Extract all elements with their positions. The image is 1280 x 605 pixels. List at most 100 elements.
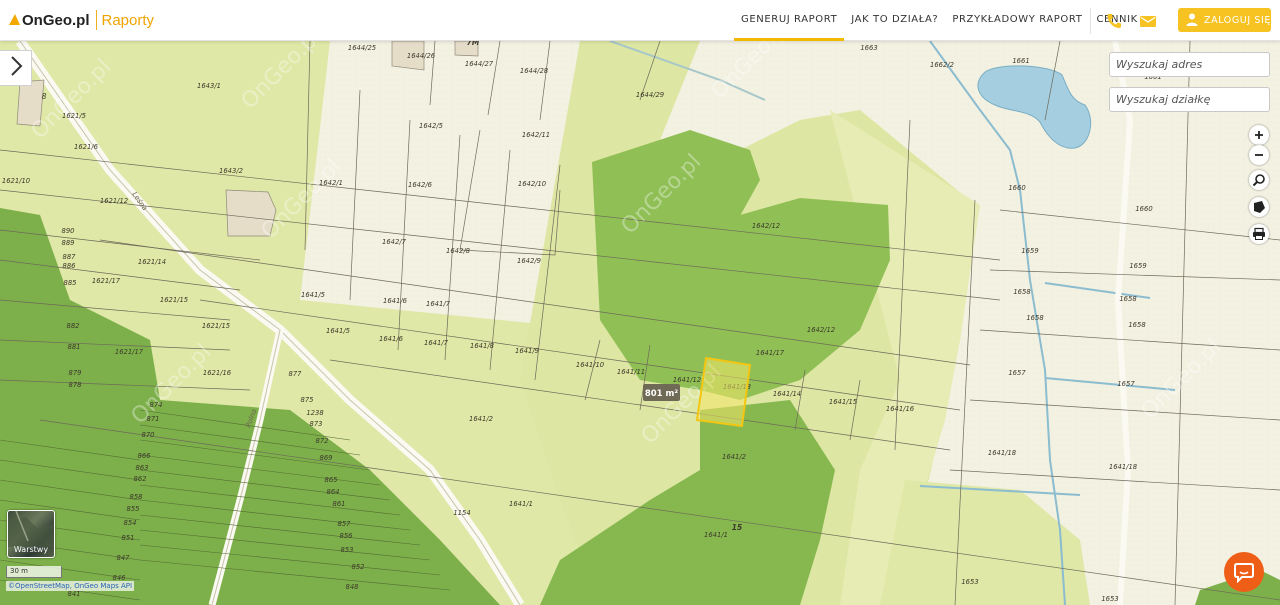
parcel-label: 870 [142, 431, 155, 439]
header-divider [1090, 8, 1091, 34]
parcel-label: 1641/2 [722, 453, 746, 461]
parcel-label: 1644/29 [636, 91, 664, 99]
selected-parcel[interactable] [695, 356, 752, 428]
parcel-label: 863 [136, 464, 149, 472]
parcel-label: 1642/1 [319, 179, 343, 187]
parcel-label: 869 [320, 454, 333, 462]
parcel-label: 1643/1 [197, 82, 221, 90]
parcel-label: 1642/9 [517, 257, 541, 265]
polygon-icon [1254, 201, 1265, 213]
chevron-right-icon [9, 55, 23, 81]
map-canvas[interactable]: OnGeo.pl OnGeo.pl OnGeo.pl OnGeo.pl OnGeo.pl… [0, 41, 1280, 605]
parcel-label: 1621/12 [100, 197, 128, 205]
parcel-label: 874 [150, 401, 163, 409]
zoom-in-button[interactable] [1249, 125, 1269, 145]
top-navbar: OnGeo.pl Raporty GENERUJ RAPORT JAK TO D… [0, 0, 1280, 41]
parcel-label: 1621/15 [202, 322, 230, 330]
parcel-label: 852 [352, 563, 365, 571]
parcel-label: 1621/17 [92, 277, 121, 285]
parcel-label: 886 [63, 262, 77, 270]
parcel-label: 1641/8 [470, 342, 495, 350]
nav-generate-report[interactable]: GENERUJ RAPORT [734, 0, 845, 41]
parcel-label: 875 [301, 396, 314, 404]
parcel-label: 1642/6 [408, 181, 433, 189]
parcel-label: 881 [68, 343, 81, 351]
chat-bubble-icon [1234, 563, 1254, 583]
parcel-label: 1662/2 [930, 61, 954, 69]
parcel-label: 847 [117, 554, 131, 562]
parcel-label: 1641/18 [1109, 463, 1138, 471]
parcel-label: 851 [122, 534, 135, 542]
user-icon [1186, 11, 1198, 30]
parcel-label: 1653 [1101, 595, 1118, 603]
parcel-label: 1653 [961, 578, 978, 586]
nav-sample-report[interactable]: PRZYKŁADOWY RAPORT [945, 0, 1089, 41]
layers-label: Warstwy [13, 545, 49, 554]
logo[interactable]: OnGeo.pl Raporty [9, 0, 154, 41]
print-button[interactable] [1249, 224, 1269, 244]
parcel-label: 1644/26 [407, 52, 436, 60]
parcel-label: 1641/2 [469, 415, 493, 423]
parcel-label: 1641/1 [704, 531, 728, 539]
parcel-label: 872 [316, 437, 329, 445]
measure-area-button[interactable] [1249, 197, 1269, 217]
parcel-label: 1641/6 [379, 335, 404, 343]
parcel-label: 1641/7 [424, 339, 449, 347]
parcel-label: 15 [732, 523, 742, 532]
logo-text: OnGeo.pl [22, 11, 90, 29]
chat-button[interactable] [1224, 552, 1264, 592]
parcel-label: 889 [62, 239, 75, 247]
parcel-label: 1660 [1135, 205, 1152, 213]
parcel-label: 873 [310, 420, 323, 428]
zoom-out-button[interactable] [1249, 145, 1269, 165]
parcel-label: 1641/11 [617, 368, 645, 376]
parcel-label: 1641/5 [326, 327, 350, 335]
parcel-label: 1641/6 [383, 297, 408, 305]
magnifier-icon [1252, 174, 1265, 187]
parcel-label: 1659 [1021, 247, 1038, 255]
layers-switcher-button[interactable]: Warstwy [7, 510, 55, 558]
map-attribution[interactable]: ©OpenStreetMap, OnGeo Maps API [6, 581, 135, 591]
parcel-label: 1658 [1128, 321, 1146, 329]
magnifier-button[interactable] [1249, 170, 1269, 190]
parcel-label: 1621/10 [2, 177, 30, 185]
parcel-label: 1657 [1117, 380, 1135, 388]
address-search-input[interactable] [1109, 52, 1270, 77]
parcel-label: 1658 [1026, 314, 1044, 322]
parcel-label: 854 [124, 519, 137, 527]
parcel-label: 1621/6 [74, 143, 99, 151]
parcel-label: 1621/15 [160, 296, 188, 304]
login-label: ZALOGUJ SIĘ [1204, 14, 1272, 26]
parcel-label: 1641/15 [829, 398, 857, 406]
parcel-label: 865 [325, 476, 338, 484]
phone-icon[interactable] [1104, 11, 1124, 31]
sidebar-toggle-button[interactable] [0, 50, 32, 86]
parcel-label: 1644/25 [348, 44, 376, 52]
parcel-label: 1657 [1008, 369, 1026, 377]
parcel-label: 1641/9 [515, 347, 539, 355]
plus-icon [1255, 131, 1263, 139]
parcel-label: 848 [346, 583, 360, 591]
mail-icon[interactable] [1138, 11, 1158, 31]
parcel-label: 885 [64, 279, 77, 287]
parcel-search-input[interactable] [1109, 87, 1270, 112]
parcel-label: 1660 [1008, 184, 1025, 192]
parcel-label: 1641/1 [509, 500, 533, 508]
parcel-label: 1621/5 [62, 112, 86, 120]
parcel-label: 1644/27 [465, 60, 494, 68]
parcel-label: 856 [340, 532, 354, 540]
parcel-label: 1642/11 [522, 131, 550, 139]
parcel-label: 1641/18 [988, 449, 1017, 457]
parcel-label: 1621/17 [115, 348, 144, 356]
logo-mark-icon [9, 13, 20, 25]
parcel-label: 1641/10 [576, 361, 604, 369]
map-svg[interactable]: OnGeo.pl OnGeo.plOnGeo.plOnGeo.plOnGeo.pl… [0, 41, 1280, 605]
parcel-label: 1642/12 [752, 222, 780, 230]
parcel-label: 1642/8 [446, 247, 471, 255]
nav-how-it-works[interactable]: JAK TO DZIAŁA? [844, 0, 945, 41]
parcel-label: 866 [138, 452, 152, 460]
login-button[interactable]: ZALOGUJ SIĘ [1178, 8, 1271, 32]
parcel-label: 1659 [1129, 262, 1146, 270]
parcel-label: 1621/14 [138, 258, 166, 266]
parcel-label: 1643/2 [219, 167, 243, 175]
